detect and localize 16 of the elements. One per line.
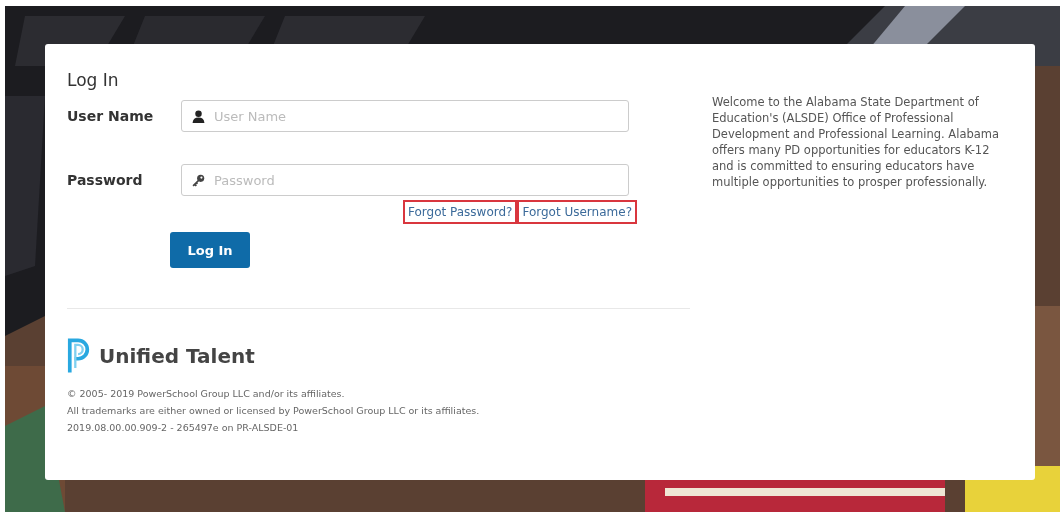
footer-text: © 2005- 2019 PowerSchool Group LLC and/or its affiliates.: [67, 387, 346, 401]
logo-icon: [67, 337, 91, 375]
form-title: Log In: [67, 70, 120, 90]
brand-name: Unified Talent: [99, 344, 255, 368]
footer-text: 2019.08.00.00.909-2 - 265497e on PR-ALSDE-01: [67, 421, 300, 435]
user-icon: [192, 110, 205, 123]
login-button[interactable]: Log In: [170, 232, 250, 268]
password-field[interactable]: Password: [181, 164, 629, 196]
footer-text: All trademarks are either owned or licensed by PowerSchool Group LLC or its affiliates.: [67, 404, 481, 418]
welcome-text: Welcome to the Alabama State Department of Education's (ALSDE) Office of Professional Development and Professional Learning. Alabama offers many PD opportunities for educators K-12 and is committed to ensuring educators have multiple opportunities to prosper professionally.: [712, 94, 1001, 190]
field-label: User Name: [67, 108, 155, 124]
username-field[interactable]: User Name: [181, 100, 629, 132]
key-icon: [192, 174, 205, 187]
field-label: Password: [67, 172, 144, 188]
forgot-link[interactable]: Forgot Password?: [403, 200, 518, 224]
forgot-link[interactable]: Forgot Username?: [517, 200, 637, 224]
